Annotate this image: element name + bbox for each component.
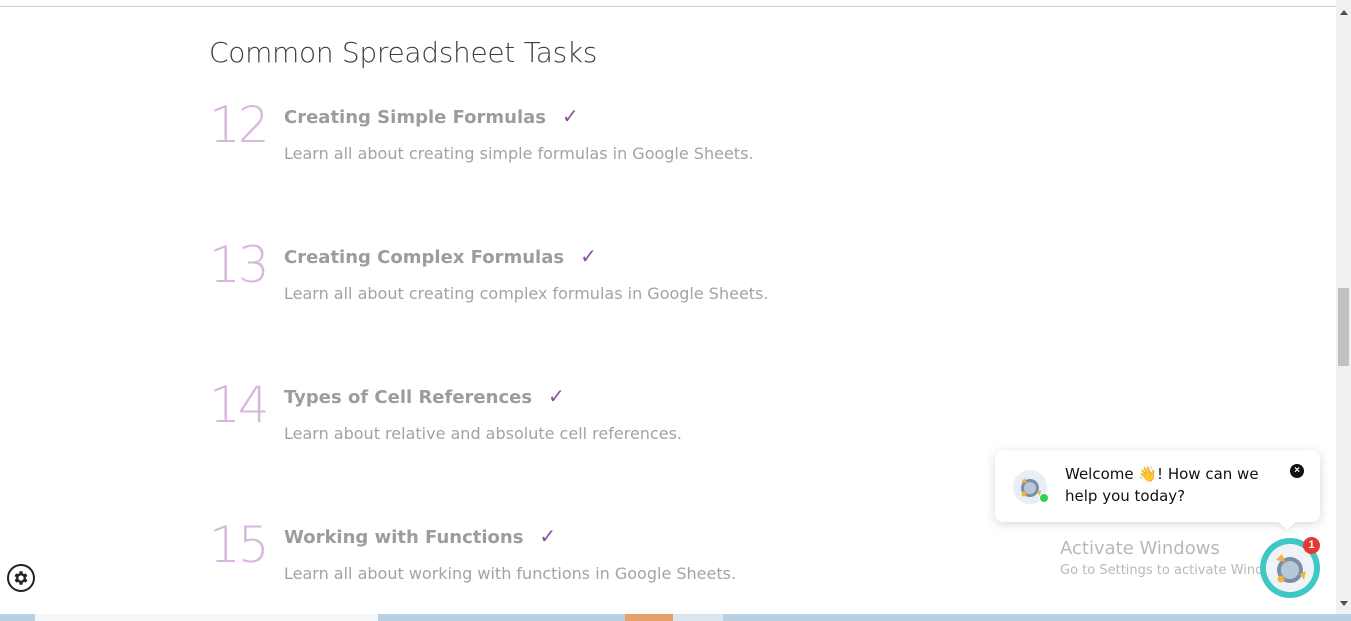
lesson-title-link[interactable]: Types of Cell References ✓ xyxy=(284,384,565,408)
chat-welcome-bubble[interactable]: Welcome 👋! How can we help you today? × xyxy=(995,450,1320,522)
lesson-title-link[interactable]: Working with Functions ✓ xyxy=(284,524,556,548)
section-title: Common Spreadsheet Tasks xyxy=(209,36,598,69)
lesson-item[interactable]: 15 Working with Functions ✓ Learn all abo… xyxy=(209,520,969,610)
lesson-number: 15 xyxy=(209,516,270,574)
checkmark-icon: ✓ xyxy=(562,104,579,128)
taskbar-app[interactable] xyxy=(625,614,673,621)
watermark-subtitle: Go to Settings to activate Windows. xyxy=(1060,563,1293,578)
lesson-number: 12 xyxy=(209,96,270,154)
lesson-item[interactable]: 13 Creating Complex Formulas ✓ Learn all … xyxy=(209,240,969,330)
lesson-item[interactable]: 14 Types of Cell References ✓ Learn about… xyxy=(209,380,969,470)
checkmark-icon: ✓ xyxy=(580,244,597,268)
lesson-number: 14 xyxy=(209,376,270,434)
activate-windows-watermark: Activate Windows Go to Settings to activ… xyxy=(1060,538,1293,581)
lesson-title[interactable]: Working with Functions xyxy=(284,527,523,548)
online-status-dot xyxy=(1039,493,1049,503)
watermark-title: Activate Windows xyxy=(1060,538,1220,559)
lesson-title[interactable]: Creating Complex Formulas xyxy=(284,247,564,268)
checkmark-icon: ✓ xyxy=(548,384,565,408)
lesson-title-link[interactable]: Creating Simple Formulas ✓ xyxy=(284,104,579,128)
gear-icon xyxy=(14,571,28,585)
vertical-scrollbar[interactable] xyxy=(1336,0,1351,614)
scroll-down-icon[interactable] xyxy=(1340,601,1348,606)
lesson-number: 13 xyxy=(209,236,270,294)
scroll-up-icon[interactable] xyxy=(1340,10,1348,15)
taskbar-app[interactable] xyxy=(673,614,723,621)
lesson-description: Learn all about creating simple formulas… xyxy=(284,144,754,163)
top-divider xyxy=(0,6,1336,7)
lesson-description: Learn about relative and absolute cell r… xyxy=(284,424,682,443)
taskbar-search[interactable] xyxy=(35,614,378,621)
notification-badge: 1 xyxy=(1303,537,1320,554)
checkmark-icon: ✓ xyxy=(539,524,557,548)
scroll-thumb[interactable] xyxy=(1338,288,1349,366)
close-icon[interactable]: × xyxy=(1290,464,1304,478)
chat-welcome-message: Welcome 👋! How can we help you today? xyxy=(1065,465,1259,505)
lesson-title[interactable]: Creating Simple Formulas xyxy=(284,107,546,128)
lesson-item[interactable]: 12 Creating Simple Formulas ✓ Learn all a… xyxy=(209,100,969,190)
lesson-title-link[interactable]: Creating Complex Formulas ✓ xyxy=(284,244,597,268)
lesson-description: Learn all about working with functions i… xyxy=(284,564,737,583)
lesson-title[interactable]: Types of Cell References xyxy=(284,387,532,408)
settings-button[interactable] xyxy=(7,564,35,592)
lesson-description: Learn all about creating complex formula… xyxy=(284,284,769,303)
